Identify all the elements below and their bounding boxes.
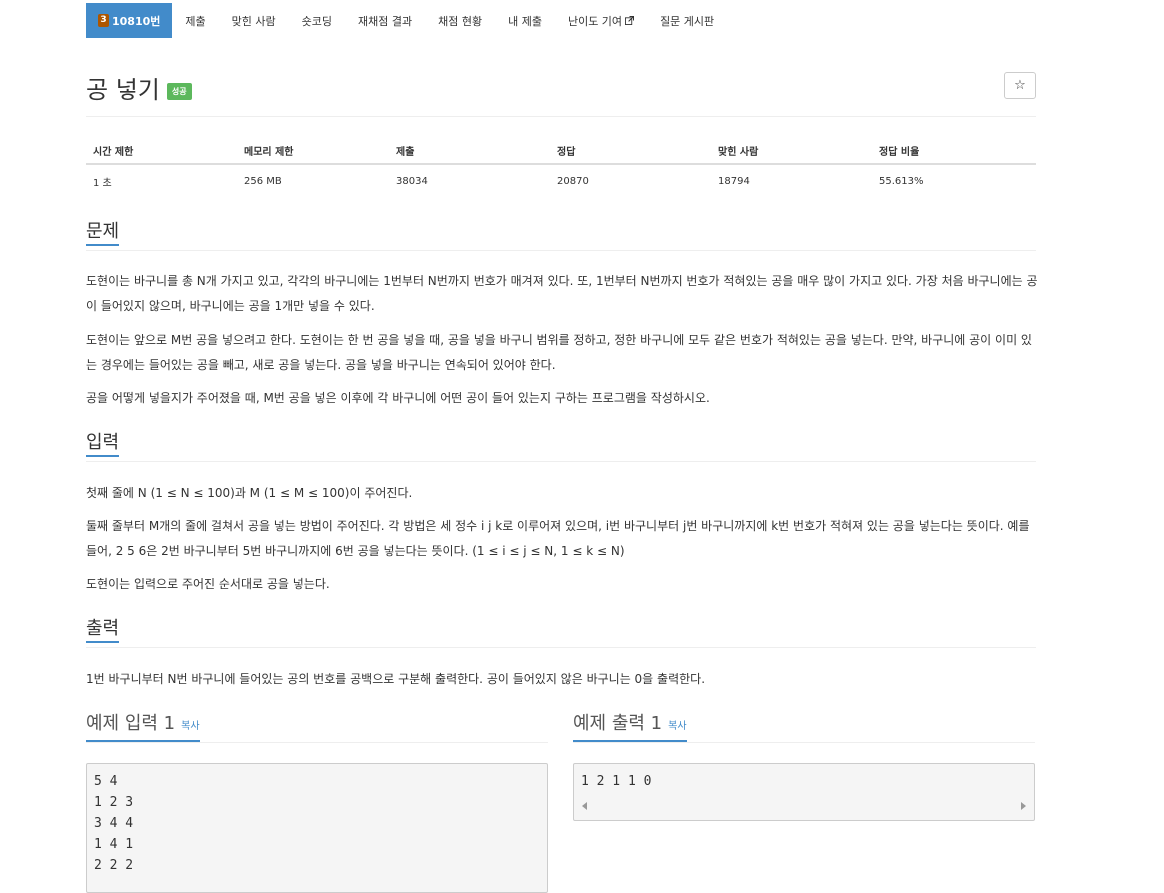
nav-my-submissions[interactable]: 내 제출 bbox=[495, 3, 555, 38]
sample-output-line: 1 2 1 1 0 bbox=[581, 774, 652, 789]
nav-difficulty-label: 난이도 기여 bbox=[567, 14, 623, 28]
header-time-limit: 시간 제한 bbox=[93, 146, 134, 158]
cell-solved-users: 18794 bbox=[718, 175, 750, 187]
cell-time-limit: 1 초 bbox=[93, 177, 112, 189]
header-accept-ratio: 정답 비율 bbox=[879, 146, 920, 158]
header-solved-users: 맞힌 사람 bbox=[718, 146, 759, 158]
star-button[interactable]: ☆ bbox=[1004, 72, 1036, 99]
nav-short-coding[interactable]: 숏코딩 bbox=[289, 3, 345, 38]
nav-submit[interactable]: 제출 bbox=[172, 3, 218, 38]
nav-question-board[interactable]: 질문 게시판 bbox=[647, 3, 727, 38]
sample-input: 예제 입력 1 복사 5 4 1 2 3 3 4 4 1 4 1 2 2 2 bbox=[86, 707, 548, 893]
problem-nav: 3 10810번 제출 맞힌 사람 숏코딩 재채점 결과 채점 현황 내 제출 … bbox=[86, 3, 727, 38]
divider bbox=[86, 116, 1036, 117]
section-input-title: 입력 bbox=[86, 428, 120, 457]
section-input-header: 입력 bbox=[86, 428, 1036, 462]
sample-output: 예제 출력 1 복사 1 2 1 1 0 bbox=[573, 707, 1035, 821]
scroll-right-icon[interactable] bbox=[1021, 802, 1026, 810]
cell-memory-limit: 256 MB bbox=[244, 175, 282, 187]
nav-problem-id-label: 10810번 bbox=[112, 14, 161, 28]
title-row: 공 넣기 성공 bbox=[86, 70, 192, 105]
nav-difficulty-contribution[interactable]: 난이도 기여 bbox=[555, 3, 647, 38]
header-accepted: 정답 bbox=[557, 146, 576, 158]
input-paragraph: 둘째 줄부터 M개의 줄에 걸쳐서 공을 넣는 방법이 주어진다. 각 방법은 … bbox=[86, 519, 1030, 558]
input-paragraph: 첫째 줄에 N (1 ≤ N ≤ 100)과 M (1 ≤ M ≤ 100)이 … bbox=[86, 486, 413, 500]
sample-input-line: 3 4 4 bbox=[94, 816, 134, 831]
problem-title: 공 넣기 bbox=[86, 76, 160, 104]
star-icon: ☆ bbox=[1014, 78, 1026, 93]
sample-input-box: 5 4 1 2 3 3 4 4 1 4 1 2 2 2 bbox=[86, 763, 548, 893]
input-paragraph: 도현이는 입력으로 주어진 순서대로 공을 넣는다. bbox=[86, 577, 330, 591]
header-submissions: 제출 bbox=[396, 146, 415, 158]
nav-judge-status[interactable]: 채점 현황 bbox=[425, 3, 495, 38]
cell-accept-ratio: 55.613% bbox=[879, 175, 924, 187]
sample-input-title: 예제 입력 1 bbox=[86, 713, 176, 734]
sample-output-title: 예제 출력 1 bbox=[573, 713, 663, 734]
sample-output-title-wrap: 예제 출력 1 복사 bbox=[573, 707, 687, 742]
nav-rejudge-results[interactable]: 재채점 결과 bbox=[345, 3, 425, 38]
table-row: 1 초 256 MB 38034 20870 18794 55.613% bbox=[86, 165, 1036, 197]
description-paragraph: 도현이는 바구니를 총 N개 가지고 있고, 각각의 바구니에는 1번부터 N번… bbox=[86, 274, 1038, 313]
section-description-title: 문제 bbox=[86, 217, 120, 246]
sample-output-header: 예제 출력 1 복사 bbox=[573, 707, 1035, 743]
header-memory-limit: 메모리 제한 bbox=[244, 146, 294, 158]
section-output-title: 출력 bbox=[86, 614, 120, 643]
sample-input-header: 예제 입력 1 복사 bbox=[86, 707, 548, 743]
horizontal-scrollbar[interactable] bbox=[574, 798, 1034, 814]
problem-info-table: 시간 제한 메모리 제한 제출 정답 맞힌 사람 정답 비율 1 초 256 M… bbox=[86, 137, 1036, 197]
copy-sample-input-button[interactable]: 복사 bbox=[181, 721, 199, 732]
section-description-header: 문제 bbox=[86, 217, 1036, 251]
level-badge-icon: 3 bbox=[98, 14, 109, 27]
nav-solved-users[interactable]: 맞힌 사람 bbox=[219, 3, 289, 38]
sample-input-title-wrap: 예제 입력 1 복사 bbox=[86, 707, 200, 742]
output-paragraph: 1번 바구니부터 N번 바구니에 들어있는 공의 번호를 공백으로 구분해 출력… bbox=[86, 672, 706, 686]
table-header-row: 시간 제한 메모리 제한 제출 정답 맞힌 사람 정답 비율 bbox=[86, 137, 1036, 165]
sample-input-line: 2 2 2 bbox=[94, 858, 134, 873]
section-output-header: 출력 bbox=[86, 614, 1036, 648]
sample-input-line: 1 2 3 bbox=[94, 795, 134, 810]
sample-output-box: 1 2 1 1 0 bbox=[573, 763, 1035, 821]
copy-sample-output-button[interactable]: 복사 bbox=[668, 721, 686, 732]
sample-input-line: 1 4 1 bbox=[94, 837, 134, 852]
scroll-left-icon[interactable] bbox=[582, 802, 587, 810]
cell-submissions: 38034 bbox=[396, 175, 428, 187]
description-paragraph: 도현이는 앞으로 M번 공을 넣으려고 한다. 도현이는 한 번 공을 넣을 때… bbox=[86, 333, 1032, 372]
external-link-icon bbox=[625, 16, 635, 25]
nav-problem-id[interactable]: 3 10810번 bbox=[86, 3, 173, 38]
sample-input-line: 5 4 bbox=[94, 774, 118, 789]
cell-accepted: 20870 bbox=[557, 175, 589, 187]
description-paragraph: 공을 어떻게 넣을지가 주어졌을 때, M번 공을 넣은 이후에 각 바구니에 … bbox=[86, 391, 710, 405]
status-badge: 성공 bbox=[166, 83, 192, 100]
